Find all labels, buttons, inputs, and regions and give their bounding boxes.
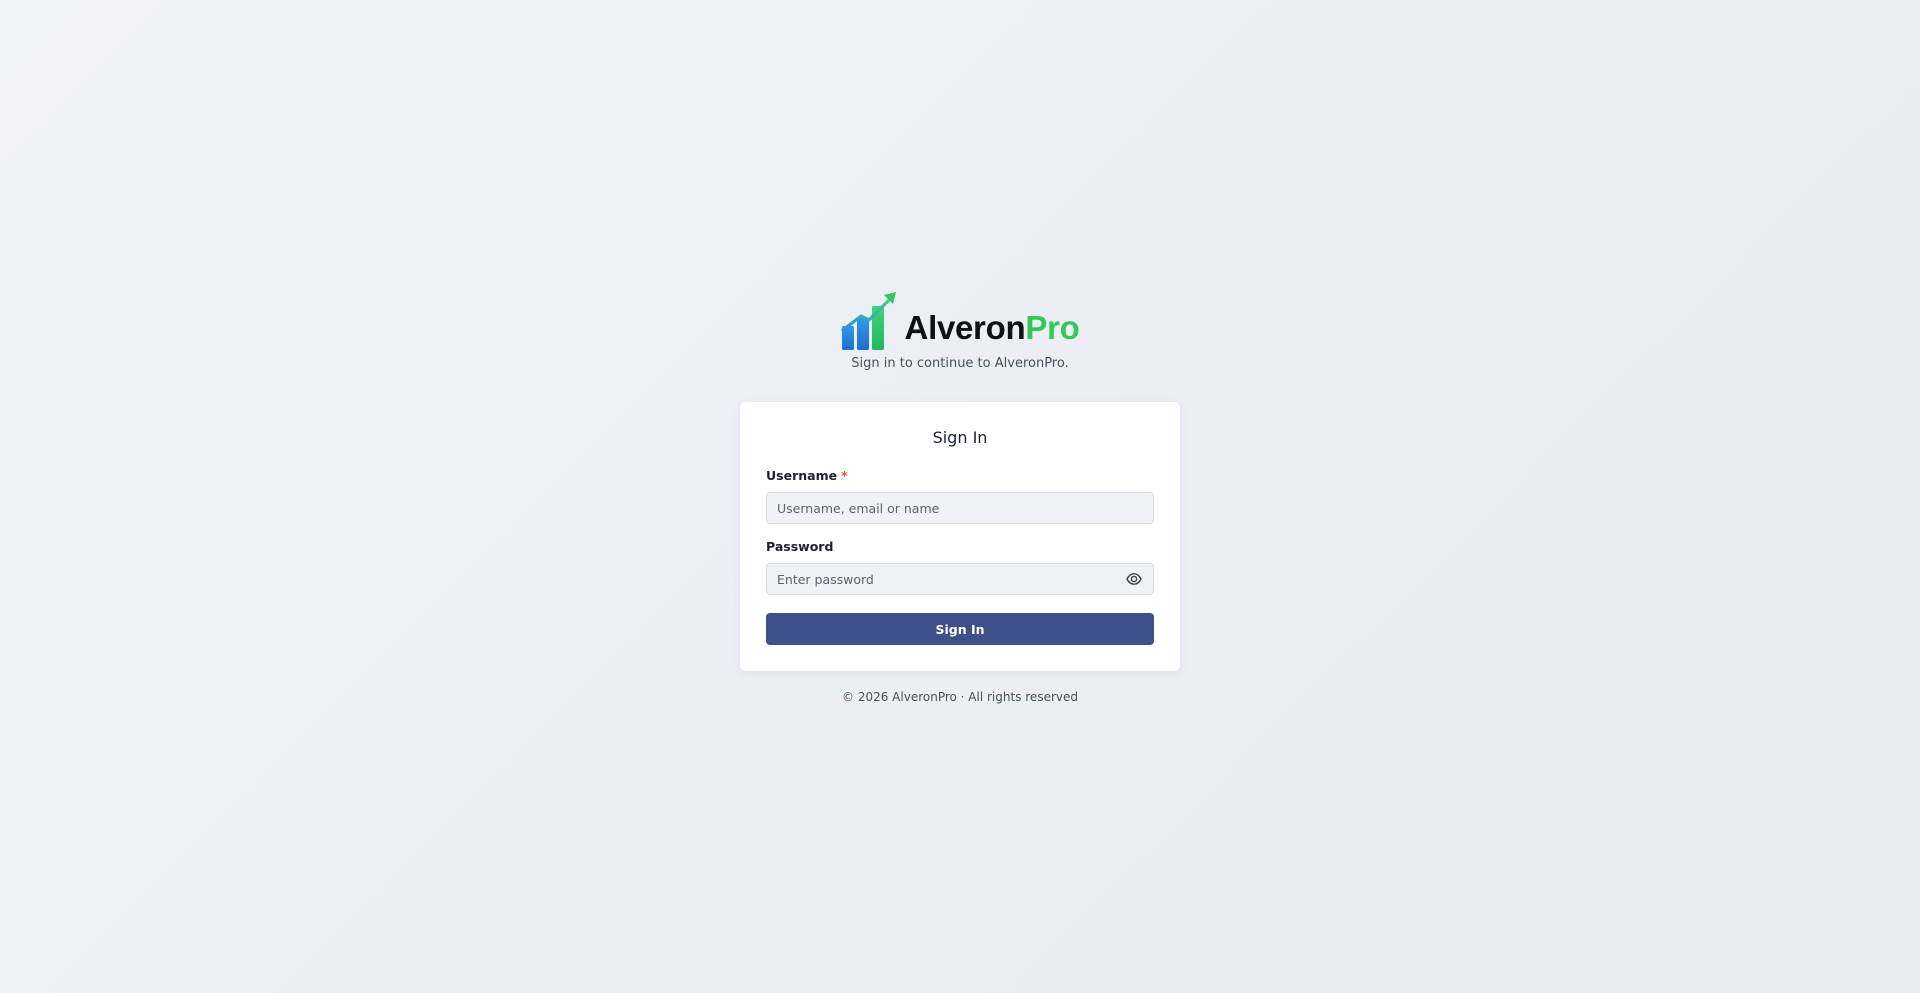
bar-chart-growth-icon [840,292,896,350]
required-asterisk: * [841,468,848,483]
login-page: AlveronPro Sign in to continue to Alvero… [0,0,1920,993]
eye-icon[interactable] [1125,570,1143,588]
brand-header: AlveronPro [0,288,1920,350]
username-label-text: Username [766,468,838,483]
brand-wordmark: AlveronPro [905,308,1080,348]
password-label: Password [766,539,833,554]
username-label: Username * [766,468,848,483]
footer-copyright: © 2026 AlveronPro · All rights reserved [842,690,1078,704]
card-title: Sign In [932,428,988,447]
brand-name-part1: Alveron [904,309,1026,346]
password-field-wrapper [766,563,1154,595]
brand-name-part2: Pro [1025,309,1080,346]
password-label-text: Password [766,539,834,554]
password-input[interactable] [777,571,1125,587]
page-subtitle: Sign in to continue to AlveronPro. [851,356,1069,371]
sign-in-card: Sign In Username* Password Sign In [740,402,1180,671]
username-input[interactable] [777,500,1143,516]
sign-in-button[interactable]: Sign In [766,613,1154,645]
brand-lockup: AlveronPro [840,290,1080,350]
username-field-wrapper [766,492,1154,524]
